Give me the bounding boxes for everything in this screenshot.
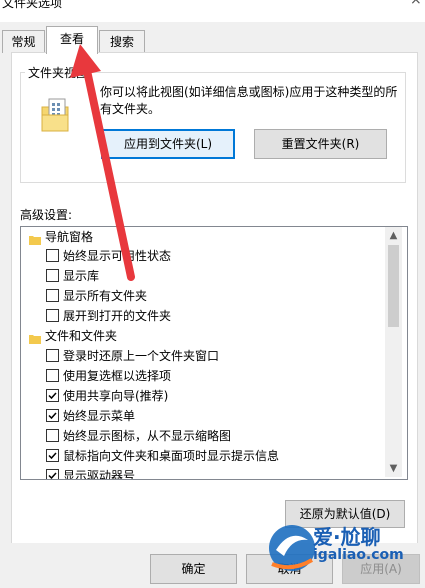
- tab-general[interactable]: 常规: [2, 30, 45, 53]
- checkbox[interactable]: [46, 449, 59, 462]
- folder-icon: [29, 231, 41, 245]
- list-category: 导航窗格: [21, 227, 387, 247]
- list-item[interactable]: 显示库: [21, 266, 387, 286]
- folder-views-legend: 文件夹视图: [28, 66, 89, 80]
- option-label: 始终显示可用性状态: [63, 249, 172, 263]
- checkbox[interactable]: [46, 469, 59, 479]
- checkbox[interactable]: [46, 389, 59, 402]
- list-item[interactable]: 始终显示图标，从不显示缩略图: [21, 426, 387, 446]
- option-label: 显示驱动器号: [63, 469, 136, 480]
- check-icon: [48, 452, 57, 460]
- title-bar: 文件夹选项 ×: [0, 0, 425, 22]
- list-item[interactable]: 鼠标指向文件夹和桌面项时显示提示信息: [21, 446, 387, 466]
- checkbox[interactable]: [46, 409, 59, 422]
- checkbox[interactable]: [46, 369, 59, 382]
- checkbox[interactable]: [46, 269, 59, 282]
- advanced-settings-list[interactable]: 导航窗格 始终显示可用性状态 显示库 显示所有文件夹 展开到打开的文件夹 文件和…: [20, 226, 408, 480]
- check-icon: [48, 412, 57, 420]
- scroll-down-icon[interactable]: ▼: [385, 460, 402, 477]
- scroll-thumb[interactable]: [388, 245, 399, 327]
- checkbox[interactable]: [46, 249, 59, 262]
- window-title: 文件夹选项: [2, 0, 63, 10]
- checkbox[interactable]: [46, 309, 59, 322]
- option-label: 显示库: [63, 269, 100, 283]
- list-item[interactable]: 使用共享向导(推荐): [21, 386, 387, 406]
- tab-view[interactable]: 查看: [46, 26, 98, 54]
- tab-strip: 常规 查看 搜索: [0, 22, 425, 56]
- list-item[interactable]: 使用复选框以选择项: [21, 366, 387, 386]
- checkbox[interactable]: [46, 289, 59, 302]
- reset-folders-button[interactable]: 重置文件夹(R): [254, 129, 387, 159]
- list-item[interactable]: 显示所有文件夹: [21, 286, 387, 306]
- folder-icon: [29, 330, 41, 344]
- scroll-up-icon[interactable]: ▲: [385, 227, 402, 244]
- folder-view-icon: [40, 97, 72, 133]
- watermark-url: igaliao.com: [313, 547, 404, 563]
- folder-views-group: 文件夹视图: [20, 64, 406, 183]
- option-label: 显示所有文件夹: [63, 289, 148, 303]
- check-icon: [48, 392, 57, 400]
- option-label: 始终显示菜单: [63, 409, 136, 423]
- list-item[interactable]: 展开到打开的文件夹: [21, 306, 387, 326]
- option-label: 使用复选框以选择项: [63, 369, 172, 383]
- watermark-brand: 爱·尬聊: [313, 525, 381, 549]
- apply-to-folders-button[interactable]: 应用到文件夹(L): [101, 129, 235, 159]
- folder-views-description: 你可以将此视图(如详细信息或图标)应用于这种类型的所有文件夹。: [100, 85, 398, 116]
- checkbox[interactable]: [46, 349, 59, 362]
- checkbox[interactable]: [46, 429, 59, 442]
- category-label: 导航窗格: [45, 230, 94, 244]
- advanced-settings-label: 高级设置:: [20, 208, 73, 222]
- option-label: 登录时还原上一个文件夹窗口: [63, 349, 220, 363]
- option-label: 展开到打开的文件夹: [63, 309, 172, 323]
- list-item[interactable]: 登录时还原上一个文件夹窗口: [21, 346, 387, 366]
- option-label: 使用共享向导(推荐): [63, 389, 169, 403]
- option-label: 鼠标指向文件夹和桌面项时显示提示信息: [63, 449, 280, 463]
- list-item[interactable]: 始终显示可用性状态: [21, 246, 387, 266]
- option-label: 始终显示图标，从不显示缩略图: [63, 429, 232, 443]
- check-icon: [48, 472, 57, 479]
- ok-button[interactable]: 确定: [150, 554, 237, 584]
- category-label: 文件和文件夹: [45, 329, 118, 343]
- list-item[interactable]: 始终显示菜单: [21, 406, 387, 426]
- list-item[interactable]: 显示驱动器号: [21, 466, 387, 480]
- list-category: 文件和文件夹: [21, 326, 387, 346]
- tab-search[interactable]: 搜索: [99, 30, 145, 53]
- close-icon[interactable]: ×: [410, 0, 422, 8]
